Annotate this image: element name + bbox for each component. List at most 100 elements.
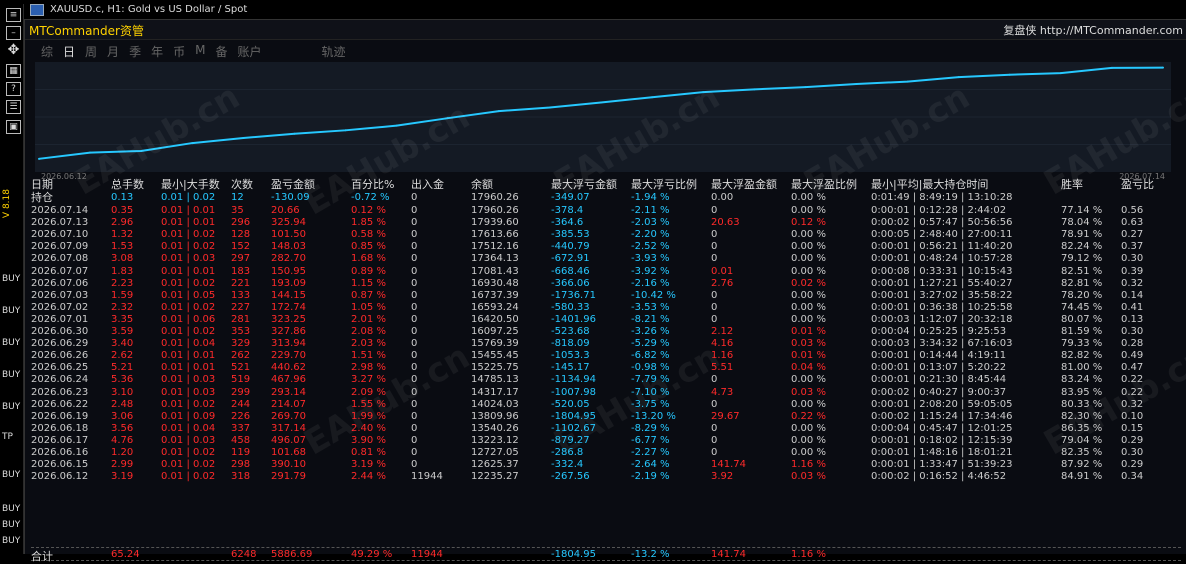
cell-p: 150.95 <box>271 265 306 277</box>
menu-icon[interactable]: ≡ <box>6 8 21 22</box>
cell-pc: 2.03 % <box>351 338 386 350</box>
cell-mg: 141.74 <box>711 459 746 471</box>
cell-ml: -668.46 <box>551 265 590 277</box>
cell-r: 0.22 <box>1121 374 1144 386</box>
total-lots: 65.24 <box>111 549 140 560</box>
tab-1[interactable]: 日 <box>63 43 75 61</box>
cell-lr: -2.64 % <box>631 459 670 471</box>
cell-io: 0 <box>411 265 418 277</box>
cell-ml: -672.91 <box>551 253 590 265</box>
cell-d: 2026.06.30 <box>31 326 89 337</box>
cell-w: 87.92 % <box>1061 459 1103 471</box>
cell-gr: 0.03 % <box>791 386 826 398</box>
cell-pc: 2.98 % <box>351 362 386 374</box>
tab-8[interactable]: 备 <box>215 43 227 61</box>
cell-b: 17081.43 <box>471 265 519 277</box>
total-maxgain: 141.74 <box>711 549 746 560</box>
cell-p: 269.70 <box>271 410 306 422</box>
cell-t: 0:00:04 | 0:45:47 | 12:01:25 <box>871 422 1013 434</box>
cell-mg: 1.16 <box>711 350 734 362</box>
cell-b: 15455.45 <box>471 350 519 362</box>
table-row: 2026.06.18 3.56 0.01 | 0.04 337 317.14 2.40 %… <box>31 423 1181 435</box>
brand-link[interactable]: 复盘侠 http://MTCommander.com <box>1003 22 1183 38</box>
equity-point <box>140 149 143 152</box>
cell-n: 299 <box>231 386 251 398</box>
cell-p: 440.62 <box>271 362 306 374</box>
cell-n: 227 <box>231 301 251 313</box>
cell-d: 2026.07.13 <box>31 217 89 229</box>
window-icon[interactable]: ▣ <box>6 120 21 134</box>
cell-io: 0 <box>411 229 418 241</box>
cell-r: 0.27 <box>1121 229 1144 241</box>
cell-l: 3.59 <box>111 326 134 337</box>
tab-7[interactable]: M <box>195 43 205 61</box>
hold-pct: -0.72 % <box>351 192 390 203</box>
cell-p: 313.94 <box>271 338 306 350</box>
cell-gr: 0.00 % <box>791 265 826 277</box>
cell-r: 0.30 <box>1121 326 1144 337</box>
cell-b: 14317.17 <box>471 386 519 398</box>
trade-label: BUY <box>2 470 21 480</box>
equity-point <box>38 157 40 160</box>
cell-r: 0.14 <box>1121 289 1144 301</box>
cell-mg: 0 <box>711 422 718 434</box>
cell-t: 0:00:03 | 3:34:32 | 67:16:03 <box>871 338 1013 350</box>
cell-l: 3.06 <box>111 410 134 422</box>
tab-5[interactable]: 年 <box>151 43 163 61</box>
cell-gr: 1.16 % <box>791 459 826 471</box>
tab-2[interactable]: 周 <box>85 43 97 61</box>
list-icon[interactable]: ☰ <box>6 100 21 114</box>
tab-0[interactable]: 综 <box>41 43 53 61</box>
cell-b: 17939.60 <box>471 217 519 229</box>
hold-pnl: -130.09 <box>271 192 310 203</box>
cell-lr: -3.75 % <box>631 398 670 410</box>
cell-mg: 0 <box>711 301 718 313</box>
cell-b: 16593.24 <box>471 301 519 313</box>
chart-window-icon <box>30 3 44 16</box>
tab-3[interactable]: 月 <box>107 43 119 61</box>
cell-l: 1.53 <box>111 241 134 253</box>
cell-r: 0.49 <box>1121 350 1144 362</box>
cell-gr: 0.00 % <box>791 447 826 458</box>
tab-6[interactable]: 币 <box>173 43 185 61</box>
cell-ml: -385.53 <box>551 229 590 241</box>
total-pnl: 5886.69 <box>271 549 313 560</box>
cell-pc: 2.40 % <box>351 422 386 434</box>
cell-mm: 0.01 | 0.05 <box>161 289 216 301</box>
cell-ml: -818.09 <box>551 338 590 350</box>
cell-t: 0:00:02 | 0:40:27 | 9:00:37 <box>871 386 1007 398</box>
tab-4[interactable]: 季 <box>129 43 141 61</box>
cell-r: 0.39 <box>1121 265 1144 277</box>
cell-lr: -3.93 % <box>631 253 670 265</box>
cell-pc: 0.87 % <box>351 289 386 301</box>
cell-t: 0:00:01 | 1:48:16 | 18:01:21 <box>871 447 1013 458</box>
tab-10[interactable]: 轨迹 <box>322 43 346 61</box>
table-row: 2026.06.24 5.36 0.01 | 0.03 519 467.96 3.27 %… <box>31 374 1181 386</box>
cell-io: 0 <box>411 422 418 434</box>
cell-lr: -0.98 % <box>631 362 670 374</box>
cell-io: 0 <box>411 313 418 325</box>
panel-header: MTCommander资管 复盘侠 http://MTCommander.com <box>25 20 1186 40</box>
cell-b: 12235.27 <box>471 471 519 483</box>
grid-icon[interactable]: ▦ <box>6 64 21 78</box>
cell-b: 13809.96 <box>471 410 519 422</box>
col-header: 最小|大手数 <box>161 178 220 191</box>
cell-d: 2026.06.15 <box>31 459 89 471</box>
cell-p: 282.70 <box>271 253 306 265</box>
help-icon[interactable]: ? <box>6 82 21 96</box>
equity-point <box>242 137 245 140</box>
move-icon[interactable]: ✥ <box>6 43 21 58</box>
cell-gr: 0.03 % <box>791 471 826 483</box>
cell-lr: -2.52 % <box>631 241 670 253</box>
cell-n: 519 <box>231 374 251 386</box>
equity-point <box>855 83 858 86</box>
cell-t: 0:00:01 | 1:33:47 | 51:39:23 <box>871 459 1013 471</box>
tab-9[interactable]: 账户 <box>237 43 261 61</box>
cell-pc: 2.01 % <box>351 313 386 325</box>
minimize-icon[interactable]: – <box>6 26 21 40</box>
cell-mg: 0 <box>711 374 718 386</box>
cell-b: 16420.50 <box>471 313 519 325</box>
cell-mm: 0.01 | 0.02 <box>161 447 216 458</box>
cell-io: 0 <box>411 434 418 446</box>
cell-n: 318 <box>231 471 251 483</box>
